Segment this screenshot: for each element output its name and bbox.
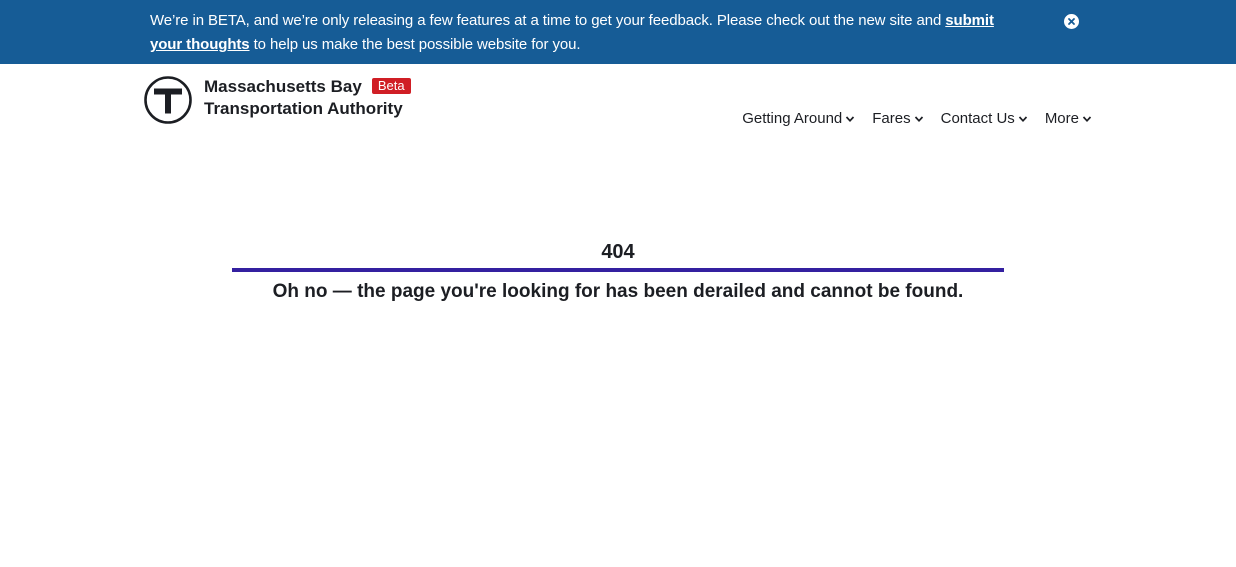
nav-item-label: Getting Around [742,110,843,127]
nav-item-fares[interactable]: Fares [872,109,923,129]
beta-banner: We’re in BETA, and we’re only releasing … [0,0,1236,64]
beta-banner-text: We’re in BETA, and we’re only releasing … [150,9,1030,57]
nav-item-contact-us[interactable]: Contact Us [941,109,1028,129]
nav-item-label: More [1044,110,1079,127]
main-nav: Getting Around Fares Contact Us More [742,109,1092,129]
error-divider [232,268,1004,272]
banner-text-after: to help us make the best possible websit… [249,36,581,53]
nav-item-label: Fares [872,110,911,127]
brand-line-1: Massachusetts Bay Beta [204,76,411,98]
banner-text-before: We’re in BETA, and we’re only releasing … [150,12,946,29]
site-brand[interactable]: Massachusetts Bay Beta Transportation Aut… [204,76,411,120]
beta-badge: Beta [371,78,411,94]
nav-item-label: Contact Us [940,110,1015,127]
mbta-t-logo-icon[interactable] [144,76,192,124]
chevron-down-icon [1082,114,1092,124]
org-name-line2: Transportation Authority [204,99,403,118]
close-icon[interactable] [1064,14,1079,29]
nav-item-more[interactable]: More [1045,109,1092,129]
chevron-down-icon [845,114,855,124]
org-name-line1: Massachusetts Bay [204,77,362,96]
chevron-down-icon [914,114,924,124]
nav-item-getting-around[interactable]: Getting Around [742,109,855,129]
error-message: Oh no — the page you're looking for has … [272,281,964,302]
chevron-down-icon [1018,114,1028,124]
error-section: 404 Oh no — the page you're looking for … [232,240,1004,304]
error-code: 404 [601,241,635,263]
